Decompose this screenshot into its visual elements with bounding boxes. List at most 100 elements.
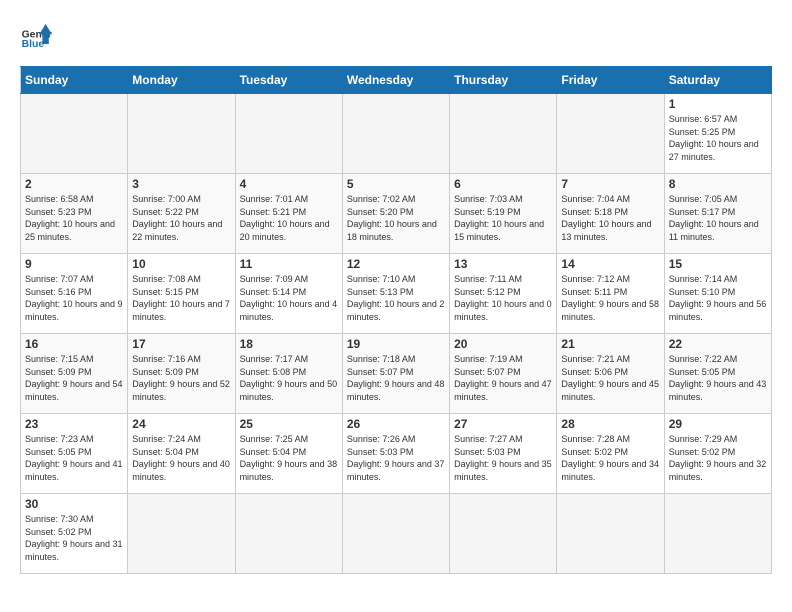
calendar-day-cell <box>557 94 664 174</box>
calendar-day-cell: 9Sunrise: 7:07 AMSunset: 5:16 PMDaylight… <box>21 254 128 334</box>
day-info: Sunrise: 7:29 AMSunset: 5:02 PMDaylight:… <box>669 433 767 483</box>
day-number: 2 <box>25 177 123 191</box>
calendar-day-cell <box>128 94 235 174</box>
day-info: Sunrise: 7:15 AMSunset: 5:09 PMDaylight:… <box>25 353 123 403</box>
calendar-day-cell: 12 Sunrise: 7:10 AMSunset: 5:13 PMDayligh… <box>342 254 449 334</box>
calendar-day-cell: 8Sunrise: 7:05 AMSunset: 5:17 PMDaylight… <box>664 174 771 254</box>
calendar-day-cell: 30Sunrise: 7:30 AMSunset: 5:02 PMDayligh… <box>21 494 128 574</box>
calendar-week-row: 1Sunrise: 6:57 AMSunset: 5:25 PMDaylight… <box>21 94 772 174</box>
day-info: Sunrise: 7:23 AMSunset: 5:05 PMDaylight:… <box>25 433 123 483</box>
day-info: Sunrise: 7:26 AMSunset: 5:03 PMDaylight:… <box>347 433 445 483</box>
calendar-day-cell: 21Sunrise: 7:21 AMSunset: 5:06 PMDayligh… <box>557 334 664 414</box>
day-number: 19 <box>347 337 445 351</box>
calendar-day-cell: 20Sunrise: 7:19 AMSunset: 5:07 PMDayligh… <box>450 334 557 414</box>
day-number: 25 <box>240 417 338 431</box>
day-number: 15 <box>669 257 767 271</box>
calendar-week-row: 9Sunrise: 7:07 AMSunset: 5:16 PMDaylight… <box>21 254 772 334</box>
day-number: 23 <box>25 417 123 431</box>
weekday-header-thursday: Thursday <box>450 67 557 94</box>
day-number: 1 <box>669 97 767 111</box>
calendar-day-cell: 17 Sunrise: 7:16 AMSunset: 5:09 PMDayligh… <box>128 334 235 414</box>
calendar-table: SundayMondayTuesdayWednesdayThursdayFrid… <box>20 66 772 574</box>
day-number: 26 <box>347 417 445 431</box>
day-info: Sunrise: 7:03 AMSunset: 5:19 PMDaylight:… <box>454 193 552 243</box>
calendar-day-cell: 16 Sunrise: 7:15 AMSunset: 5:09 PMDayligh… <box>21 334 128 414</box>
weekday-header-monday: Monday <box>128 67 235 94</box>
calendar-day-cell: 18 Sunrise: 7:17 AMSunset: 5:08 PMDayligh… <box>235 334 342 414</box>
day-number: 12 <box>347 257 445 271</box>
day-number: 6 <box>454 177 552 191</box>
calendar-day-cell: 1Sunrise: 6:57 AMSunset: 5:25 PMDaylight… <box>664 94 771 174</box>
day-info: Sunrise: 7:21 AMSunset: 5:06 PMDaylight:… <box>561 353 659 403</box>
day-info: Sunrise: 7:17 AMSunset: 5:08 PMDaylight:… <box>240 353 338 403</box>
calendar-day-cell: 28 Sunrise: 7:28 AMSunset: 5:02 PMDayligh… <box>557 414 664 494</box>
calendar-day-cell <box>21 94 128 174</box>
page-header: General Blue <box>20 20 772 56</box>
day-info: Sunrise: 7:27 AMSunset: 5:03 PMDaylight:… <box>454 433 552 483</box>
calendar-day-cell: 27 Sunrise: 7:27 AMSunset: 5:03 PMDayligh… <box>450 414 557 494</box>
svg-text:Blue: Blue <box>22 39 45 50</box>
calendar-day-cell: 6 Sunrise: 7:03 AMSunset: 5:19 PMDaylight… <box>450 174 557 254</box>
day-info: Sunrise: 7:19 AMSunset: 5:07 PMDaylight:… <box>454 353 552 403</box>
calendar-header-row: SundayMondayTuesdayWednesdayThursdayFrid… <box>21 67 772 94</box>
calendar-week-row: 2 Sunrise: 6:58 AMSunset: 5:23 PMDaylight… <box>21 174 772 254</box>
day-number: 16 <box>25 337 123 351</box>
calendar-day-cell <box>235 494 342 574</box>
calendar-day-cell <box>342 94 449 174</box>
day-number: 4 <box>240 177 338 191</box>
calendar-day-cell: 25Sunrise: 7:25 AMSunset: 5:04 PMDayligh… <box>235 414 342 494</box>
calendar-day-cell: 5Sunrise: 7:02 AMSunset: 5:20 PMDaylight… <box>342 174 449 254</box>
day-info: Sunrise: 7:01 AMSunset: 5:21 PMDaylight:… <box>240 193 338 243</box>
logo-icon: General Blue <box>20 20 52 52</box>
day-info: Sunrise: 7:04 AMSunset: 5:18 PMDaylight:… <box>561 193 659 243</box>
day-info: Sunrise: 7:08 AMSunset: 5:15 PMDaylight:… <box>132 273 230 323</box>
calendar-day-cell: 3Sunrise: 7:00 AMSunset: 5:22 PMDaylight… <box>128 174 235 254</box>
day-info: Sunrise: 7:09 AMSunset: 5:14 PMDaylight:… <box>240 273 338 323</box>
calendar-day-cell: 13 Sunrise: 7:11 AMSunset: 5:12 PMDayligh… <box>450 254 557 334</box>
calendar-day-cell: 4 Sunrise: 7:01 AMSunset: 5:21 PMDaylight… <box>235 174 342 254</box>
weekday-header-saturday: Saturday <box>664 67 771 94</box>
calendar-day-cell <box>450 94 557 174</box>
calendar-day-cell <box>128 494 235 574</box>
calendar-day-cell: 11Sunrise: 7:09 AMSunset: 5:14 PMDayligh… <box>235 254 342 334</box>
day-number: 24 <box>132 417 230 431</box>
weekday-header-sunday: Sunday <box>21 67 128 94</box>
logo: General Blue <box>20 20 52 56</box>
day-info: Sunrise: 7:18 AMSunset: 5:07 PMDaylight:… <box>347 353 445 403</box>
day-number: 10 <box>132 257 230 271</box>
calendar-week-row: 16 Sunrise: 7:15 AMSunset: 5:09 PMDayligh… <box>21 334 772 414</box>
calendar-day-cell <box>664 494 771 574</box>
day-number: 14 <box>561 257 659 271</box>
calendar-week-row: 30Sunrise: 7:30 AMSunset: 5:02 PMDayligh… <box>21 494 772 574</box>
day-number: 29 <box>669 417 767 431</box>
day-number: 7 <box>561 177 659 191</box>
day-number: 17 <box>132 337 230 351</box>
day-number: 18 <box>240 337 338 351</box>
day-number: 22 <box>669 337 767 351</box>
day-info: Sunrise: 7:00 AMSunset: 5:22 PMDaylight:… <box>132 193 230 243</box>
day-info: Sunrise: 7:07 AMSunset: 5:16 PMDaylight:… <box>25 273 123 323</box>
day-number: 27 <box>454 417 552 431</box>
calendar-day-cell: 15 Sunrise: 7:14 AMSunset: 5:10 PMDayligh… <box>664 254 771 334</box>
day-info: Sunrise: 7:24 AMSunset: 5:04 PMDaylight:… <box>132 433 230 483</box>
day-number: 13 <box>454 257 552 271</box>
weekday-header-tuesday: Tuesday <box>235 67 342 94</box>
calendar-day-cell: 22Sunrise: 7:22 AMSunset: 5:05 PMDayligh… <box>664 334 771 414</box>
day-info: Sunrise: 7:11 AMSunset: 5:12 PMDaylight:… <box>454 273 552 323</box>
day-info: Sunrise: 7:16 AMSunset: 5:09 PMDaylight:… <box>132 353 230 403</box>
day-info: Sunrise: 7:10 AMSunset: 5:13 PMDaylight:… <box>347 273 445 323</box>
calendar-day-cell: 24 Sunrise: 7:24 AMSunset: 5:04 PMDayligh… <box>128 414 235 494</box>
day-info: Sunrise: 6:58 AMSunset: 5:23 PMDaylight:… <box>25 193 123 243</box>
calendar-day-cell: 19 Sunrise: 7:18 AMSunset: 5:07 PMDayligh… <box>342 334 449 414</box>
calendar-day-cell <box>557 494 664 574</box>
day-number: 5 <box>347 177 445 191</box>
weekday-header-friday: Friday <box>557 67 664 94</box>
day-info: Sunrise: 7:05 AMSunset: 5:17 PMDaylight:… <box>669 193 767 243</box>
calendar-day-cell: 23 Sunrise: 7:23 AMSunset: 5:05 PMDayligh… <box>21 414 128 494</box>
day-info: Sunrise: 7:28 AMSunset: 5:02 PMDaylight:… <box>561 433 659 483</box>
calendar-week-row: 23 Sunrise: 7:23 AMSunset: 5:05 PMDayligh… <box>21 414 772 494</box>
calendar-day-cell <box>235 94 342 174</box>
calendar-day-cell <box>342 494 449 574</box>
day-number: 28 <box>561 417 659 431</box>
day-info: Sunrise: 7:14 AMSunset: 5:10 PMDaylight:… <box>669 273 767 323</box>
